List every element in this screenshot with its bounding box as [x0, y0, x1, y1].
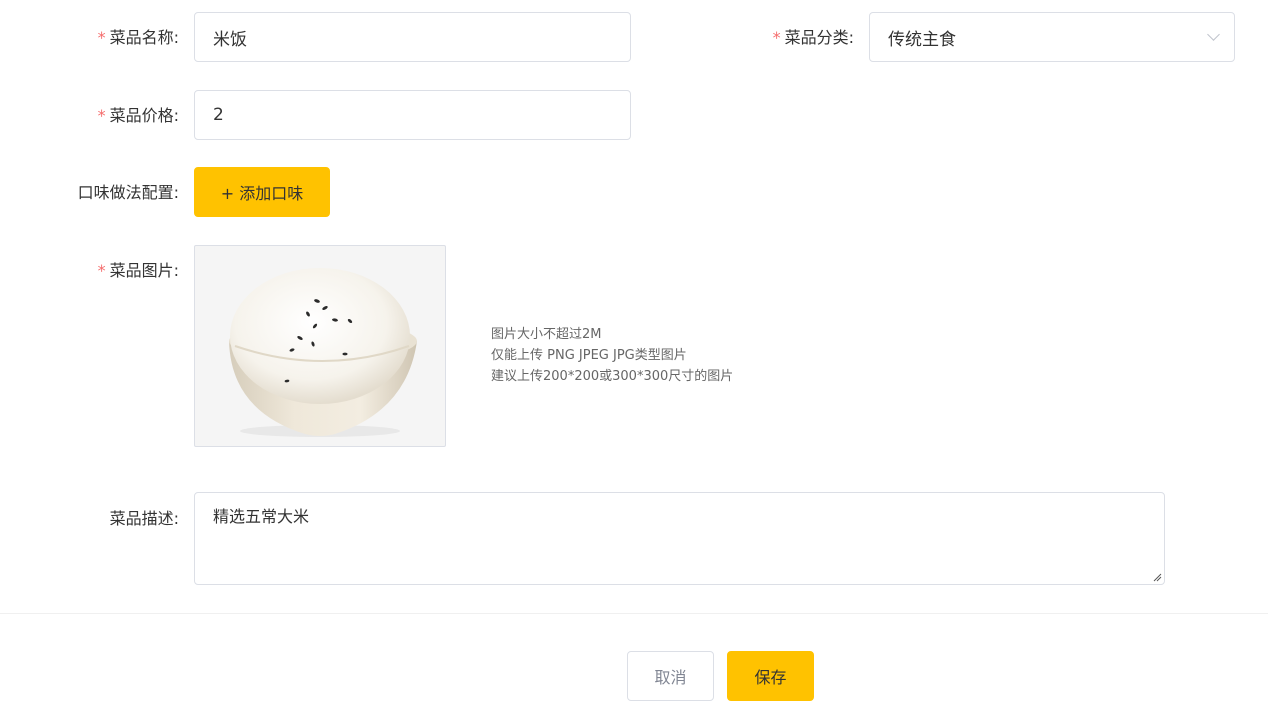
add-flavor-button[interactable]: + 添加口味 [194, 167, 330, 217]
upload-tip-type: 仅能上传 PNG JPEG JPG类型图片 [491, 348, 687, 363]
save-button[interactable]: 保存 [727, 651, 814, 701]
dish-price-label: * 菜品价格: [98, 106, 179, 126]
dish-price-value: 2 [213, 105, 224, 125]
dish-description-value: 精选五常大米 [213, 507, 310, 526]
required-mark: * [97, 261, 106, 280]
flavor-config-label-text: 口味做法配置: [77, 183, 179, 202]
dish-category-label: * 菜品分类: [773, 28, 854, 48]
dish-edit-form: * 菜品名称: 米饭 * 菜品分类: 传统主食 * 菜品价格: 2 口味做法配置: +… [0, 0, 1268, 718]
dish-category-value: 传统主食 [888, 29, 956, 50]
dish-name-label: * 菜品名称: [98, 28, 179, 48]
save-button-label: 保存 [754, 668, 787, 687]
rice-bowl-image [229, 268, 417, 437]
dish-image-label: * 菜品图片: [98, 261, 179, 281]
dish-name-value: 米饭 [213, 29, 247, 50]
required-mark: * [97, 28, 106, 47]
dish-image-label-text: 菜品图片: [109, 261, 179, 280]
resize-handle-icon[interactable] [1152, 572, 1162, 582]
dish-description-label: 菜品描述: [110, 509, 179, 529]
required-mark: * [97, 106, 106, 125]
upload-tip-dimension: 建议上传200*200或300*300尺寸的图片 [491, 369, 734, 384]
cancel-button-label: 取消 [654, 668, 687, 687]
cancel-button[interactable]: 取消 [627, 651, 714, 701]
upload-tip-size: 图片大小不超过2M [491, 327, 602, 342]
dish-name-label-text: 菜品名称: [109, 28, 179, 47]
flavor-config-label: 口味做法配置: [78, 183, 179, 203]
upload-tips: 图片大小不超过2M 仅能上传 PNG JPEG JPG类型图片 建议上传200*… [491, 324, 733, 387]
dish-price-input[interactable]: 2 [194, 90, 631, 140]
add-flavor-button-label: + 添加口味 [220, 184, 304, 203]
required-mark: * [772, 28, 781, 47]
dish-category-label-text: 菜品分类: [784, 28, 854, 47]
dish-description-label-text: 菜品描述: [109, 509, 179, 528]
dish-image-upload[interactable] [194, 245, 446, 447]
dish-name-input[interactable]: 米饭 [194, 12, 631, 62]
dish-price-label-text: 菜品价格: [109, 106, 179, 125]
footer-divider [0, 613, 1268, 614]
dish-category-select[interactable]: 传统主食 [869, 12, 1235, 62]
dish-description-textarea[interactable]: 精选五常大米 [194, 492, 1165, 585]
chevron-down-icon [1207, 28, 1220, 41]
